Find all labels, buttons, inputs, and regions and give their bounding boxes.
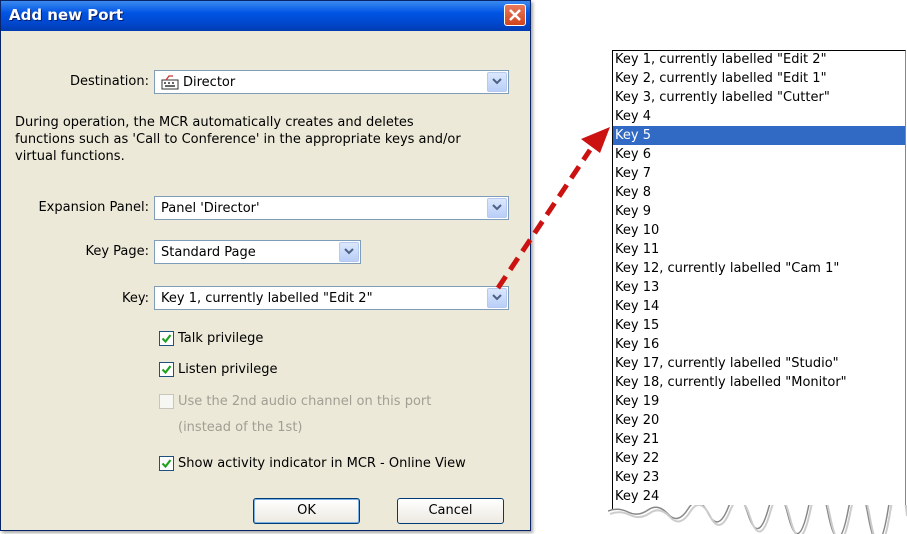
- key-list-item[interactable]: Key 16: [615, 335, 905, 354]
- key-list-item[interactable]: Key 23: [615, 468, 905, 487]
- key-list-item[interactable]: Key 9: [615, 202, 905, 221]
- key-list-item[interactable]: Key 21: [615, 430, 905, 449]
- keyboard-icon: [161, 75, 179, 90]
- dialog-title: Add new Port: [9, 6, 124, 24]
- key-list-item[interactable]: Key 17, currently labelled "Studio": [615, 354, 905, 373]
- key-list-item[interactable]: Key 18, currently labelled "Monitor": [615, 373, 905, 392]
- key-list-item[interactable]: Key 24: [615, 487, 905, 506]
- key-list-item[interactable]: Key 5: [613, 126, 905, 145]
- ok-button[interactable]: OK: [253, 498, 360, 524]
- key-list-item[interactable]: Key 12, currently labelled "Cam 1": [615, 259, 905, 278]
- chevron-down-icon: [492, 294, 502, 301]
- key-list-item[interactable]: Key 4: [615, 107, 905, 126]
- key-list-item[interactable]: Key 11: [615, 240, 905, 259]
- chevron-down-icon: [344, 248, 354, 255]
- listen-privilege-checkbox[interactable]: [159, 362, 174, 377]
- chevron-down-icon: [492, 78, 502, 85]
- destination-dropdown-button[interactable]: [487, 72, 507, 92]
- title-bar[interactable]: Add new Port: [1, 1, 530, 31]
- checkmark-icon: [161, 334, 172, 344]
- close-button[interactable]: [504, 4, 526, 26]
- key-page-value: Standard Page: [161, 245, 256, 260]
- key-value: Key 1, currently labelled "Edit 2": [161, 291, 373, 306]
- callout-arrow: [495, 127, 610, 290]
- destination-label: Destination:: [70, 74, 149, 89]
- add-port-dialog: Add new Port Destination: Director Durin…: [0, 0, 531, 531]
- checkmark-icon: [161, 459, 172, 469]
- key-list-item[interactable]: Key 14: [615, 297, 905, 316]
- key-list-item[interactable]: Key 19: [615, 392, 905, 411]
- description-text: During operation, the MCR automatically …: [15, 115, 461, 164]
- second-audio-channel-checkbox: [159, 394, 174, 409]
- close-icon: [509, 9, 521, 21]
- key-list-item[interactable]: Key 10: [615, 221, 905, 240]
- key-list-item[interactable]: Key 8: [615, 183, 905, 202]
- destination-value: Director: [183, 75, 236, 90]
- cancel-button[interactable]: Cancel: [397, 498, 504, 524]
- activity-indicator-label: Show activity indicator in MCR - Online …: [178, 456, 466, 471]
- checkmark-icon: [161, 365, 172, 375]
- listen-privilege-label: Listen privilege: [178, 362, 278, 377]
- expansion-panel-select[interactable]: Panel 'Director': [154, 196, 509, 220]
- key-list-item[interactable]: Key 20: [615, 411, 905, 430]
- torn-edge: [608, 505, 907, 534]
- second-audio-channel-label: Use the 2nd audio channel on this port: [178, 394, 432, 409]
- key-label: Key:: [121, 291, 149, 306]
- destination-select[interactable]: Director: [154, 70, 509, 94]
- key-select[interactable]: Key 1, currently labelled "Edit 2": [154, 286, 509, 310]
- talk-privilege-label: Talk privilege: [178, 331, 264, 346]
- key-list-item[interactable]: Key 3, currently labelled "Cutter": [615, 88, 905, 107]
- key-list-item[interactable]: Key 2, currently labelled "Edit 1": [615, 69, 905, 88]
- key-list-item[interactable]: Key 22: [615, 449, 905, 468]
- expansion-panel-label: Expansion Panel:: [38, 200, 149, 215]
- key-dropdown-list[interactable]: Key 1, currently labelled "Edit 2" Key 2,…: [612, 50, 906, 534]
- key-list-item[interactable]: Key 7: [615, 164, 905, 183]
- key-list-item[interactable]: Key 13: [615, 278, 905, 297]
- activity-indicator-checkbox[interactable]: [159, 456, 174, 471]
- key-page-label: Key Page:: [85, 244, 149, 259]
- expansion-panel-value: Panel 'Director': [161, 201, 260, 216]
- key-page-dropdown-button[interactable]: [339, 242, 359, 262]
- key-list-item[interactable]: Key 15: [615, 316, 905, 335]
- key-list-item[interactable]: Key 1, currently labelled "Edit 2": [615, 51, 905, 69]
- talk-privilege-checkbox[interactable]: [159, 331, 174, 346]
- second-audio-channel-sublabel: (instead of the 1st): [178, 420, 303, 435]
- key-list-item[interactable]: Key 6: [615, 145, 905, 164]
- key-page-select[interactable]: Standard Page: [154, 240, 361, 264]
